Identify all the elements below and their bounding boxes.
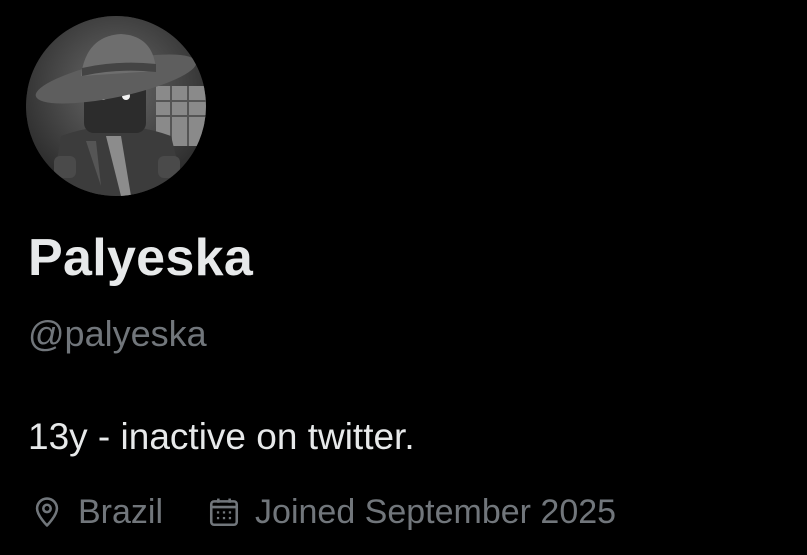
calendar-icon	[207, 495, 241, 529]
location-label: Brazil	[78, 492, 164, 531]
location-item: Brazil	[30, 493, 163, 532]
avatar[interactable]	[26, 16, 206, 196]
location-pin-icon	[30, 495, 64, 529]
username-handle: @palyeska	[28, 313, 207, 354]
profile-bio: 13y - inactive on twitter.	[28, 416, 415, 457]
display-name: Palyeska	[28, 229, 254, 287]
avatar-image	[26, 16, 206, 196]
joined-date-label: Joined September 2025	[255, 492, 617, 531]
profile-meta: Brazil Joined September 2025	[30, 490, 616, 534]
joined-item: Joined September 2025	[207, 493, 616, 532]
